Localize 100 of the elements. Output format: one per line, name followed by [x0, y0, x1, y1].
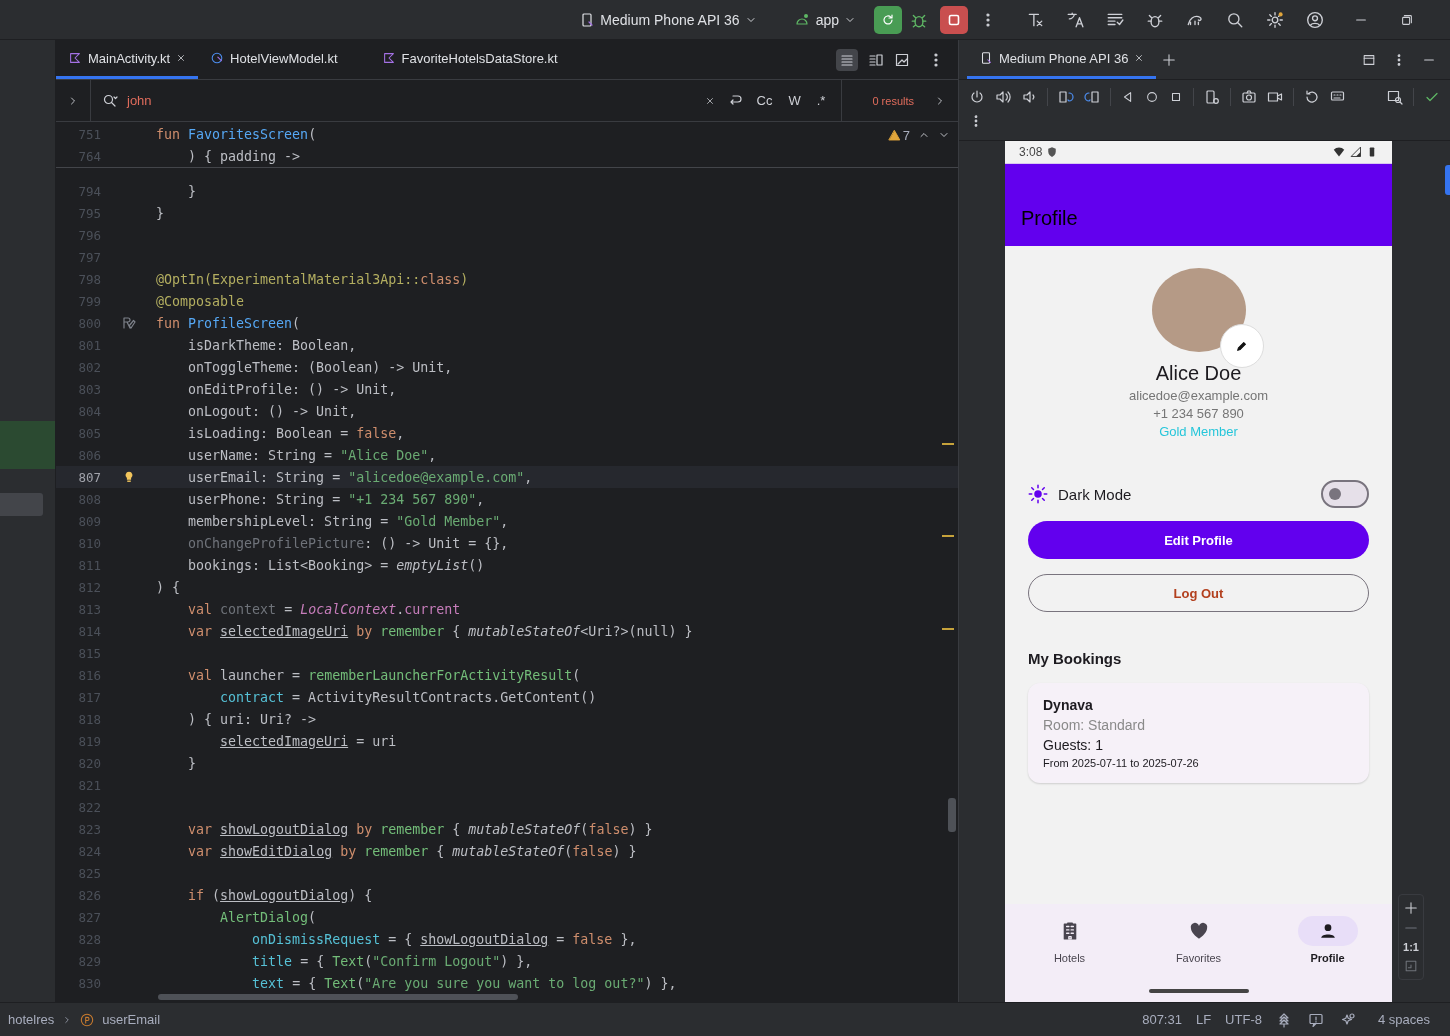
code-line: onChangeProfilePicture: () -> Unit = {}, — [187, 535, 509, 551]
code-line: selectedImageUri = uri — [219, 733, 397, 749]
search-result-count: 0 results — [872, 94, 914, 107]
primary-button[interactable]: Edit Profile — [1028, 521, 1369, 559]
code-line: var showEditDialog by remember { mutableStateOf(false) } — [187, 843, 637, 859]
scrollbar-thumb[interactable] — [948, 798, 956, 832]
nav-item[interactable]: Profile — [1263, 916, 1392, 989]
wifi-icon — [1332, 146, 1346, 158]
code-line: val launcher = rememberLauncherForActivityResult( — [187, 667, 581, 683]
file-tab[interactable]: FavoriteHotelsDataStore.kt — [369, 40, 570, 79]
design-view-icon[interactable] — [894, 51, 910, 68]
restore-icon[interactable] — [1400, 12, 1414, 27]
membership-level: Gold Member — [1159, 424, 1238, 439]
horizontal-scrollbar[interactable] — [158, 994, 518, 1000]
volume-up-icon[interactable] — [995, 89, 1011, 105]
clear-icon[interactable] — [704, 95, 715, 106]
run-configuration[interactable]: app — [786, 7, 862, 32]
close-icon[interactable] — [1134, 53, 1145, 63]
panel-handle — [0, 493, 43, 516]
booking-card[interactable]: Dynava Room: Standard Guests: 1 From 2025-07-11 to 2025-07-26 — [1028, 683, 1369, 783]
split-view-icon[interactable] — [868, 51, 884, 68]
code-line: isDarkTheme: Boolean, — [187, 337, 357, 353]
code-line: onLogout: () -> Unit, — [187, 403, 357, 419]
code-line: bookings: List<Booking> = emptyList() — [187, 557, 485, 573]
line-separator[interactable]: LF — [1195, 1012, 1212, 1027]
file-tab[interactable]: HotelViewModel.kt — [198, 40, 350, 79]
nav-item[interactable]: Favorites — [1134, 916, 1263, 989]
nav-item[interactable]: Hotels — [1005, 916, 1134, 989]
code-line: onEditProfile: () -> Unit, — [187, 381, 397, 397]
home-icon[interactable] — [1145, 90, 1159, 104]
code-line: ) { uri: Uri? -> — [187, 711, 317, 727]
code-line: fun FavoritesScreen( — [156, 126, 317, 142]
app-bar-title: Profile — [1021, 207, 1078, 230]
edit-photo-button[interactable] — [1219, 324, 1264, 368]
account-icon[interactable] — [1306, 10, 1324, 29]
zoom-in-icon[interactable] — [1404, 901, 1418, 915]
close-icon[interactable] — [176, 53, 187, 63]
file-encoding[interactable]: UTF-8 — [1225, 1012, 1262, 1027]
code-line: userPhone: String = "+1 234 567 890", — [187, 491, 485, 507]
section-title: My Bookings — [1028, 650, 1123, 667]
translate-icon[interactable] — [1066, 10, 1084, 29]
caret-position[interactable]: 807:31 — [1142, 1012, 1182, 1027]
code-line: onToggleTheme: (Boolean) -> Unit, — [187, 359, 453, 375]
heart-icon — [1188, 921, 1209, 941]
code-line: text = { Text("Are you sure you want to log out?") }, — [251, 975, 677, 991]
code-line: userEmail: String = "alicedoe@example.com", — [187, 469, 533, 485]
actual-size-button[interactable]: 1:1 — [1403, 941, 1419, 953]
panel-handle[interactable] — [1445, 165, 1450, 195]
profile-email: alicedoe@example.com — [1129, 388, 1268, 403]
compose-file-icon — [210, 51, 225, 65]
line-number: 807 — [77, 469, 101, 485]
stop-button[interactable] — [940, 5, 968, 34]
apply-changes-button[interactable] — [874, 5, 902, 34]
search-option-toggle[interactable]: Cc — [754, 93, 775, 108]
overview-icon[interactable] — [1169, 90, 1183, 104]
add-icon[interactable] — [1162, 52, 1177, 67]
window-icon[interactable] — [1362, 52, 1376, 67]
breadcrumb[interactable]: hotelres — [8, 1012, 55, 1027]
code-line: var showLogoutDialog by remember { mutableStateOf(false) } — [187, 821, 653, 837]
kotlin-file-icon — [381, 51, 396, 65]
person-icon — [1318, 922, 1337, 940]
code-line: val context = LocalContext.current — [187, 601, 461, 617]
search-option-toggle[interactable]: W — [786, 93, 803, 108]
reset-icon[interactable] — [1304, 89, 1320, 105]
code-line: onDismissRequest = { showLogoutDialog = false }, — [251, 931, 637, 947]
code-line: isLoading: Boolean = false, — [187, 425, 405, 441]
code-line: } — [187, 183, 197, 199]
rotate-right-icon[interactable] — [1084, 89, 1100, 105]
camera-icon[interactable] — [1241, 89, 1257, 105]
shield-icon — [1046, 146, 1059, 158]
device-selector[interactable]: Medium Phone API 36 — [573, 7, 763, 32]
notifications-icon[interactable] — [1307, 1011, 1324, 1028]
fit-screen-icon[interactable] — [1404, 959, 1418, 973]
signal-icon — [1350, 146, 1362, 158]
code-line: } — [187, 755, 197, 771]
rotate-left-icon[interactable] — [1058, 89, 1074, 105]
dark-mode-switch[interactable] — [1321, 480, 1369, 508]
kotlin-file-icon — [68, 51, 82, 65]
settings-icon[interactable] — [1266, 10, 1284, 29]
warning-count[interactable]: 7 — [902, 128, 910, 143]
layout-inspector-icon[interactable] — [1387, 89, 1403, 105]
file-tab[interactable]: MainActivity.kt — [56, 40, 199, 79]
code-line: membershipLevel: String = "Gold Member", — [187, 513, 509, 529]
video-icon[interactable] — [1267, 89, 1283, 105]
warning-icon[interactable] — [887, 129, 901, 142]
breadcrumb[interactable]: userEmail — [102, 1012, 161, 1027]
device-settings-icon[interactable] — [1204, 89, 1220, 105]
code-line: @Composable — [156, 293, 245, 309]
property-icon — [80, 1012, 95, 1027]
search-field[interactable]: john — [91, 80, 705, 121]
code-line: var selectedImageUri by remember { mutableStateOf<Uri?>(null) } — [187, 623, 693, 639]
search-icon[interactable] — [1226, 10, 1244, 29]
indent-setting[interactable]: 4 spaces — [1377, 1012, 1430, 1027]
power-icon[interactable] — [969, 89, 985, 105]
code-line: } — [156, 205, 164, 221]
search-option-toggle[interactable]: .* — [814, 93, 828, 108]
device-tab[interactable]: Medium Phone API 36 — [967, 40, 1157, 79]
volume-down-icon[interactable] — [1021, 89, 1037, 105]
compose-preview-icon[interactable] — [120, 315, 137, 331]
hotel-name: Dynava — [1043, 697, 1094, 713]
